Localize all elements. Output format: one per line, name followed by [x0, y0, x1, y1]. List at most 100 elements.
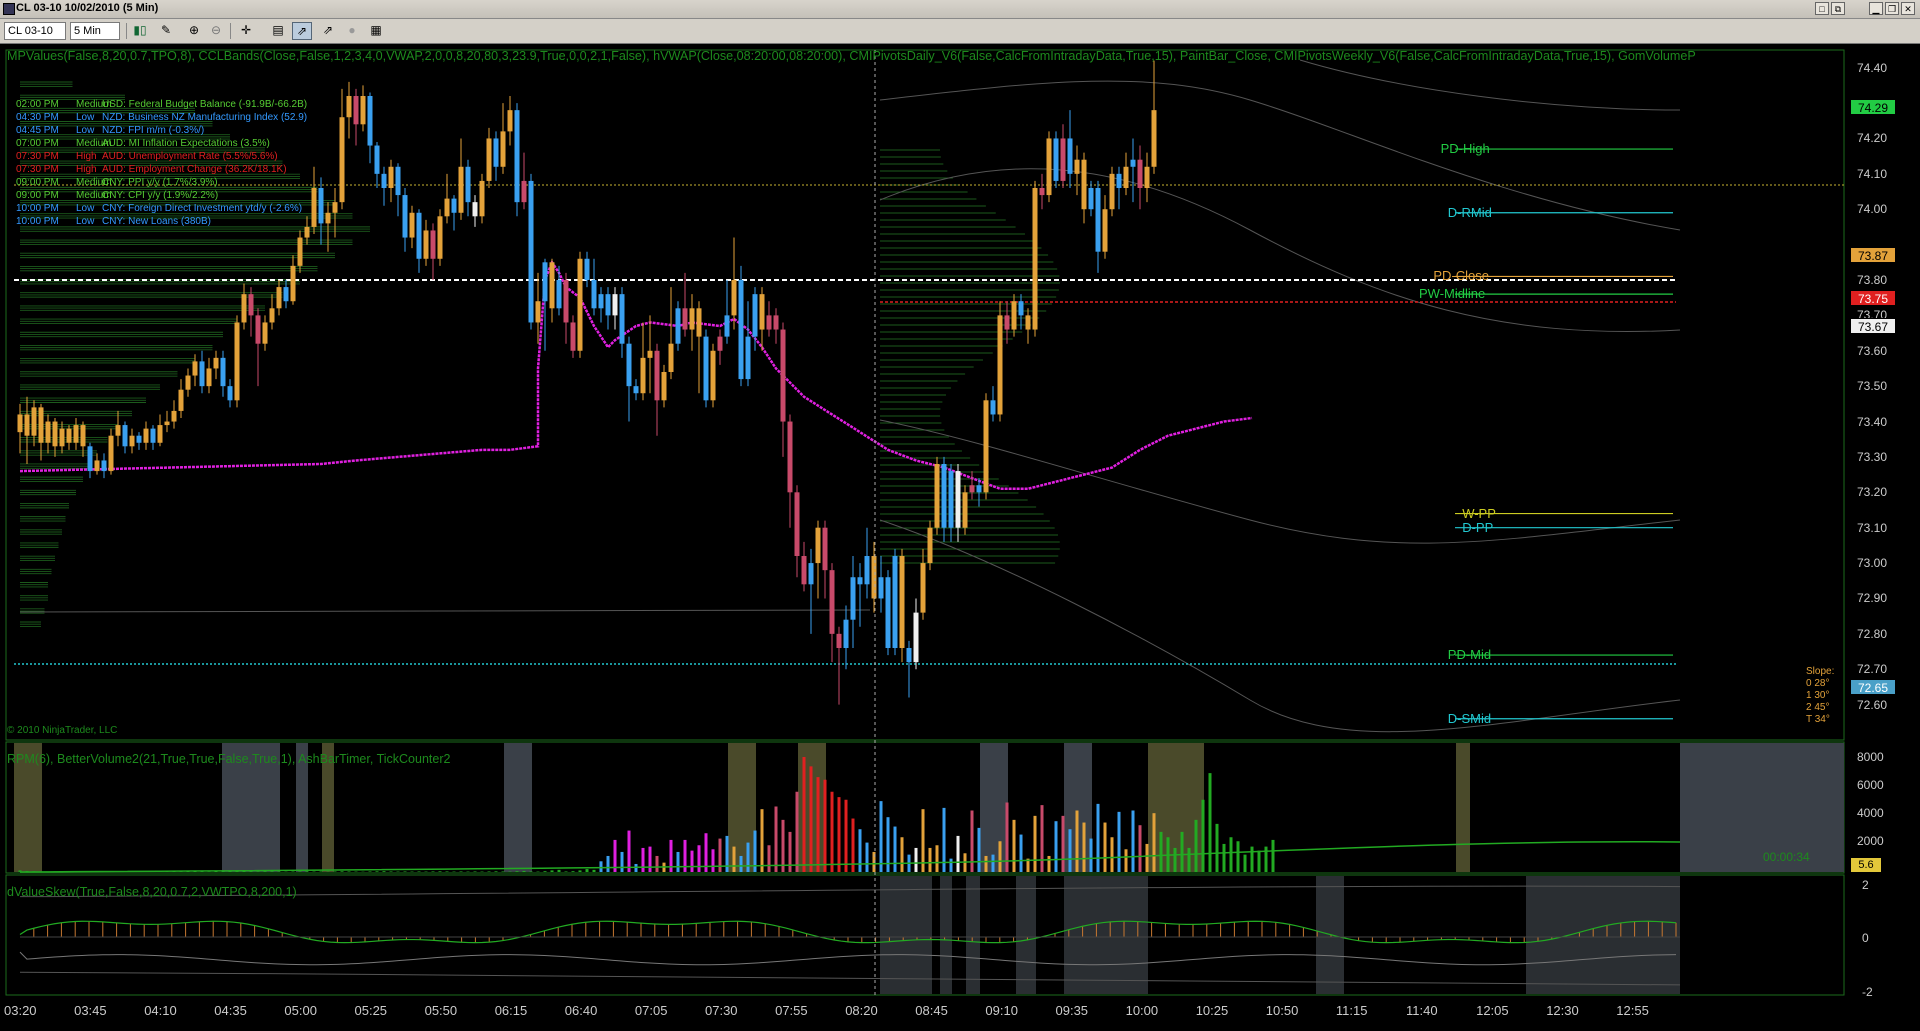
news-text: AUD: Employment Change (36.2K/18.1K): [102, 164, 287, 175]
candle-body: [38, 407, 44, 443]
candle-body: [297, 237, 303, 266]
candle-body: [689, 308, 695, 330]
pivot-level-label: PD-Close: [1433, 268, 1490, 284]
data-box-icon[interactable]: ▦: [366, 22, 386, 40]
candle-body: [528, 180, 534, 323]
candle-body: [276, 287, 282, 309]
candle-body: [1053, 138, 1059, 181]
skew-shade: [940, 876, 952, 994]
candle-body: [927, 527, 933, 564]
price-tick-label: 72.90: [1857, 591, 1888, 606]
candle-body: [472, 202, 478, 217]
candle-body: [997, 315, 1003, 415]
news-item: 07:30 PM High AUD: Unemployment Rate (5.5%…: [16, 150, 396, 163]
news-importance: High: [76, 164, 97, 175]
period-selector[interactable]: 5 Min: [70, 22, 120, 40]
candle-body: [171, 410, 177, 422]
candle-body: [514, 110, 520, 203]
time-tick-label: 06:40: [564, 1003, 598, 1018]
candle-body: [1137, 159, 1143, 188]
window-option-button[interactable]: □: [1815, 2, 1829, 15]
candle-body: [878, 577, 884, 599]
time-tick-label: 07:30: [705, 1003, 738, 1018]
news-text: NZD: Business NZ Manufacturing Index (52…: [102, 112, 308, 123]
candle-body: [598, 294, 604, 309]
candle-body: [283, 287, 289, 302]
candle-body: [920, 563, 926, 613]
news-item: 04:45 PM Low NZD: FPI m/m (-0.3%/): [16, 124, 396, 137]
skew-indicator-list: dValueSkew(True,False,8,20,0.7,2,VWTPO,8…: [7, 885, 297, 899]
candle-body: [619, 294, 625, 344]
zoom-in-icon[interactable]: ⊕: [184, 22, 204, 40]
news-text: AUD: Unemployment Rate (5.5%/5.6%): [102, 151, 278, 162]
news-time: 07:00 PM: [16, 138, 59, 149]
price-marker: 73.87: [1850, 247, 1896, 264]
indicators-icon[interactable]: ⇗: [292, 22, 312, 40]
candle-body: [234, 322, 240, 401]
candle-body: [227, 386, 233, 401]
candle-body: [248, 294, 254, 316]
news-time: 09:00 PM: [16, 190, 59, 201]
candle-body: [626, 343, 632, 387]
price-tick-label: 74.20: [1857, 131, 1888, 146]
news-text: NZD: FPI m/m (-0.3%/): [102, 125, 205, 136]
candle-body: [780, 329, 786, 422]
volume-tick-label: 6000: [1857, 778, 1884, 792]
candle-body: [822, 527, 828, 571]
zoom-out-icon[interactable]: ⊖: [206, 22, 226, 40]
slope-title: Slope:: [1806, 666, 1835, 677]
time-tick-label: 06:15: [494, 1003, 528, 1018]
time-tick-label: 08:20: [845, 1003, 878, 1018]
news-time: 04:45 PM: [16, 125, 59, 136]
properties-icon[interactable]: ▤: [268, 22, 288, 40]
candle-body: [73, 425, 79, 443]
instrument-selector[interactable]: CL 03-10: [4, 22, 66, 40]
candle-body: [871, 556, 877, 599]
skew-shade: [880, 876, 932, 994]
candle-body: [1074, 159, 1080, 174]
window-title: CL 03-10 10/02/2010 (5 Min): [16, 2, 159, 14]
candle-body: [1151, 110, 1157, 167]
candle-body: [493, 138, 499, 167]
candle-body: [612, 294, 618, 316]
skew-shade: [966, 876, 980, 994]
news-importance: Low: [76, 216, 95, 227]
pivot-level-label: W-PP: [1462, 505, 1496, 521]
time-tick-label: 11:40: [1406, 1003, 1438, 1018]
tick-counter-box: 5.6: [1851, 858, 1881, 872]
price-tick-label: 72.70: [1857, 662, 1888, 677]
candle-body: [1060, 138, 1066, 181]
chart-trader-icon[interactable]: ●: [342, 22, 362, 40]
restore-button[interactable]: ❐: [1885, 2, 1899, 15]
price-tick-label: 74.10: [1857, 166, 1888, 181]
candle-body: [423, 230, 429, 259]
strategies-icon[interactable]: ⇗: [318, 22, 338, 40]
price-tick-label: 73.10: [1857, 520, 1888, 535]
candle-body: [969, 485, 975, 493]
candle-body: [290, 265, 296, 302]
candle-body: [178, 389, 184, 411]
close-button[interactable]: ✕: [1901, 2, 1915, 15]
candle-body: [66, 428, 72, 443]
crosshair-icon[interactable]: ✛: [236, 22, 256, 40]
candle-body: [577, 258, 583, 351]
slope-row: T 34°: [1806, 714, 1830, 725]
candle-body: [255, 315, 261, 344]
minimize-button[interactable]: ▁: [1869, 2, 1883, 15]
window-tile-button[interactable]: ⧉: [1831, 2, 1845, 15]
candle-body: [570, 322, 576, 351]
candle-body: [584, 258, 590, 280]
time-tick-label: 10:25: [1195, 1003, 1229, 1018]
time-tick-label: 11:15: [1335, 1003, 1368, 1018]
bar-type-icon[interactable]: ▮▯: [130, 22, 150, 40]
pivot-level-label: PD-Mid: [1447, 647, 1492, 663]
news-time: 10:00 PM: [16, 203, 59, 214]
slope-box: Slope: 0 28° 1 30° 2 45° T 34°: [1806, 666, 1834, 726]
candle-body: [1018, 301, 1024, 316]
news-item: 07:30 PM High AUD: Employment Change (36.2…: [16, 163, 396, 176]
draw-tool-icon[interactable]: ✎: [156, 22, 176, 40]
candle-body: [17, 414, 23, 433]
candle-body: [1004, 315, 1010, 330]
time-tick-label: 10:50: [1265, 1003, 1299, 1018]
time-tick-label: 03:20: [4, 1003, 37, 1018]
